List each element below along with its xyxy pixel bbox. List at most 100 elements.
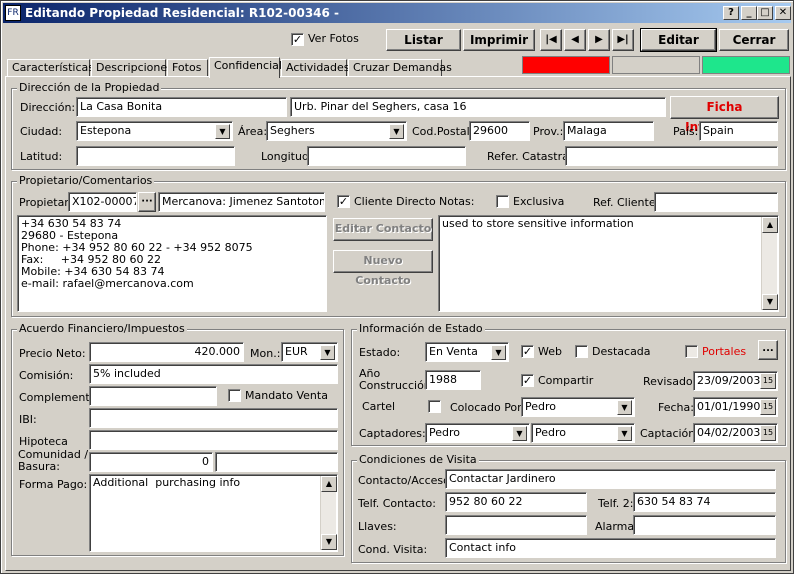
propietario-name-input[interactable]: Mercanova: Jimenez Santotomas,: [158, 192, 325, 212]
editar-contacto-button[interactable]: Editar Contacto: [333, 218, 433, 241]
llaves-label: Llaves:: [358, 520, 397, 533]
direccion-input[interactable]: La Casa Bonita: [76, 97, 287, 117]
chevron-down-icon[interactable]: ▼: [320, 345, 335, 360]
ficha-informativa-button[interactable]: Ficha Informativa: [670, 96, 779, 134]
imprimir-button[interactable]: Imprimir: [463, 29, 535, 51]
window-title: Editando Propiedad Residencial: R102-003…: [25, 6, 340, 20]
colocado-select[interactable]: Pedro ▼: [521, 397, 635, 417]
chevron-down-icon[interactable]: ▼: [491, 345, 506, 360]
tab-confidencial[interactable]: Confidencial: [209, 57, 282, 78]
last-record-button[interactable]: ▶|: [612, 29, 634, 51]
scroll-up-icon[interactable]: ▲: [321, 476, 337, 492]
compartir-checkbox[interactable]: ✓: [521, 374, 534, 387]
comision-input[interactable]: 5% included: [89, 364, 338, 384]
captador1-select[interactable]: Pedro ▼: [425, 423, 530, 443]
first-record-button[interactable]: |◀: [540, 29, 562, 51]
status-bar-neutral: [612, 56, 700, 74]
longitud-input[interactable]: [307, 146, 466, 166]
calendar-icon[interactable]: 15: [760, 399, 776, 415]
minimize-button[interactable]: _: [741, 6, 757, 20]
scroll-up-icon[interactable]: ▲: [762, 217, 778, 233]
prov-input[interactable]: Malaga: [563, 121, 654, 141]
comunidad-input[interactable]: 0: [89, 452, 213, 472]
notas-scrollbar[interactable]: ▲ ▼: [761, 217, 778, 310]
alarma-input[interactable]: [633, 515, 776, 535]
cliente-directo-checkbox[interactable]: ✓: [337, 195, 350, 208]
chevron-down-icon[interactable]: ▼: [389, 124, 404, 139]
tab-fotos[interactable]: Fotos: [167, 59, 208, 77]
status-bar-green: [702, 56, 790, 74]
ver-fotos-checkbox[interactable]: ✓: [291, 33, 304, 46]
ciudad-select[interactable]: Estepona ▼: [76, 121, 233, 141]
close-window-button[interactable]: ✕: [775, 6, 791, 20]
hipoteca-input[interactable]: [89, 430, 338, 450]
ano-construccion-input[interactable]: 1988: [425, 370, 481, 390]
status-bar-red: [522, 56, 610, 74]
browse-propietario-button[interactable]: ···: [138, 192, 156, 212]
web-checkbox[interactable]: ✓: [521, 345, 534, 358]
moneda-select[interactable]: EUR ▼: [281, 342, 338, 362]
notas-label: Notas:: [439, 195, 475, 208]
mandato-venta-label: Mandato Venta: [245, 389, 328, 402]
scroll-down-icon[interactable]: ▼: [762, 294, 778, 310]
tab-descripciones[interactable]: Descripciones: [91, 59, 173, 77]
scroll-down-icon[interactable]: ▼: [321, 534, 337, 550]
chevron-down-icon[interactable]: ▼: [617, 426, 632, 441]
forma-pago-memo[interactable]: Additional purchasing info: [89, 474, 338, 552]
tab-cruzar-demandas[interactable]: Cruzar Demandas: [348, 59, 452, 77]
basura-input[interactable]: [215, 452, 338, 472]
ver-fotos-label: Ver Fotos: [308, 32, 359, 45]
tab-actividades[interactable]: Actividades: [281, 59, 350, 77]
chevron-down-icon[interactable]: ▼: [512, 426, 527, 441]
notas-memo[interactable]: used to store sensitive information: [438, 215, 779, 312]
catastral-input[interactable]: [565, 146, 778, 166]
hipoteca-label: Hipoteca: [19, 435, 68, 448]
estado-select[interactable]: En Venta ▼: [425, 342, 509, 362]
listar-button[interactable]: Listar: [386, 29, 461, 51]
destacada-label: Destacada: [592, 345, 651, 358]
title-bar: Editando Propiedad Residencial: R102-003…: [3, 3, 791, 23]
llaves-input[interactable]: [445, 515, 587, 535]
mandato-venta-checkbox[interactable]: [228, 389, 241, 402]
revisado-label: Revisado:: [643, 375, 697, 388]
latitud-input[interactable]: [76, 146, 235, 166]
maximize-button[interactable]: □: [757, 6, 773, 20]
contacto-acceso-input[interactable]: Contactar Jardinero: [445, 469, 776, 489]
cartel-label: Cartel: [362, 400, 396, 413]
cond-visita-input[interactable]: Contact info: [445, 538, 776, 558]
telf-contacto-input[interactable]: 952 80 60 22: [445, 492, 587, 512]
forma-pago-label: Forma Pago:: [19, 478, 88, 491]
direccion2-input[interactable]: Urb. Pinar del Seghers, casa 16: [290, 97, 666, 117]
next-record-button[interactable]: ▶: [588, 29, 610, 51]
editar-button[interactable]: Editar: [640, 28, 717, 52]
cp-input[interactable]: 29600: [469, 121, 530, 141]
tab-caracteristicas[interactable]: Características: [7, 59, 94, 77]
forma-pago-scrollbar[interactable]: ▲ ▼: [320, 476, 337, 550]
destacada-checkbox[interactable]: [575, 345, 588, 358]
area-select[interactable]: Seghers ▼: [266, 121, 407, 141]
nuevo-contacto-button[interactable]: Nuevo Contacto: [333, 250, 433, 287]
cartel-checkbox[interactable]: [428, 400, 441, 413]
cerrar-button[interactable]: Cerrar: [719, 29, 789, 51]
portales-button[interactable]: ...: [758, 340, 778, 360]
contact-info-memo[interactable]: +34 630 54 83 74 29680 - Estepona Phone:…: [17, 215, 327, 312]
ano-construccion-label: Año Construcción:: [359, 367, 435, 392]
calendar-icon[interactable]: 15: [760, 425, 776, 441]
pais-input[interactable]: Spain: [699, 121, 778, 141]
chevron-down-icon[interactable]: ▼: [215, 124, 230, 139]
complemento-input[interactable]: [89, 386, 217, 406]
calendar-icon[interactable]: 15: [760, 373, 776, 389]
ref-cliente-input[interactable]: [654, 192, 778, 212]
help-button[interactable]: ?: [723, 6, 739, 20]
notas-text: used to store sensitive information: [442, 217, 634, 230]
prev-record-button[interactable]: ◀: [564, 29, 586, 51]
ibi-input[interactable]: [89, 408, 338, 428]
portales-checkbox[interactable]: [685, 345, 698, 358]
propietario-code-input[interactable]: X102-000075: [68, 192, 137, 212]
telf2-input[interactable]: 630 54 83 74: [633, 492, 776, 512]
precio-input[interactable]: 420.000: [89, 342, 244, 362]
comision-label: Comisión:: [19, 369, 74, 382]
exclusiva-checkbox[interactable]: [496, 195, 509, 208]
chevron-down-icon[interactable]: ▼: [617, 400, 632, 415]
captador2-select[interactable]: Pedro ▼: [531, 423, 635, 443]
